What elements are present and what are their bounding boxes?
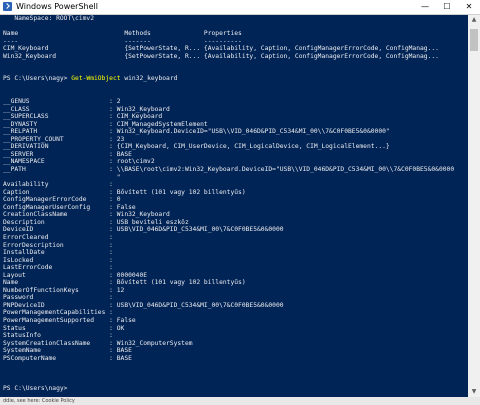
console-line: ErrorCleared : [3, 233, 113, 241]
prompt-text: PS C:\Users\nagy> [3, 75, 72, 83]
bottom-page-strip: ddie, see here: Cookie Policy [0, 397, 480, 405]
console-line: PNPDeviceID : USB\VID_046D&PID_C534&MI_0… [3, 301, 284, 309]
powershell-icon [3, 2, 12, 11]
close-button[interactable]: ✕ [458, 0, 480, 14]
console-line: " [3, 173, 121, 181]
console-line: Description : USB beviteli eszköz [3, 218, 189, 226]
console-line: Availability : [3, 181, 113, 189]
command-prompt-line: PS C:\Users\nagy> Get-WmiObject win32_ke… [3, 75, 177, 83]
console-line: Password : [3, 294, 113, 302]
console-line: __SERVER : BASE [3, 150, 132, 158]
console-line: __RELPATH : Win32_Keyboard.DeviceID="USB… [3, 128, 390, 136]
console-line: __PROPERTY_COUNT : 23 [3, 135, 125, 143]
console-line: __DERIVATION : {CIM_Keyboard, CIM_UserDe… [3, 143, 390, 151]
console-line: PowerManagementSupported : False [3, 317, 136, 324]
title-bar: Windows PowerShell — ☐ ✕ [0, 0, 480, 15]
console-line: __DYNASTY : CIM_ManagedSystemElement [3, 120, 208, 128]
console-line: InstallDate : [3, 249, 113, 257]
console-line: CIM_Keyboard {SetPowerState, R... {Avail… [3, 45, 439, 53]
console-line: PSComputerName : BASE [3, 354, 132, 362]
console-line: IsLocked : [3, 256, 113, 264]
console-line: Name Methods Properties [3, 30, 242, 38]
console-line: ErrorDescription : [3, 241, 113, 249]
console-line: DeviceID : USB\VID_046D&PID_C534&MI_00\7… [3, 226, 284, 234]
chevron-down-icon[interactable]: ▼ [468, 387, 480, 397]
command-args: win32_keyboard [120, 75, 178, 83]
console-line: PowerManagementCapabilities : [3, 309, 113, 317]
console-line: ConfigManagerUserConfig : False [3, 203, 136, 211]
scrollbar-thumb[interactable] [470, 29, 478, 51]
chevron-up-icon[interactable]: ▲ [468, 15, 480, 25]
console-line: PS C:\Users\nagy> [3, 384, 68, 392]
console-line: LastErrorCode : [3, 264, 113, 272]
console-output[interactable]: NameSpace: ROOT\cimv2 Name Methods Proper… [0, 15, 468, 397]
window-controls: — ☐ ✕ [414, 0, 480, 14]
command-text: Get-WmiObject [71, 75, 121, 83]
console-line: __NAMESPACE : root\cimv2 [3, 158, 155, 166]
minimize-button[interactable]: — [414, 0, 436, 14]
vertical-scrollbar[interactable]: ▲ ▼ [468, 15, 480, 397]
cookie-policy-text: ddie, see here: Cookie Policy [3, 398, 75, 404]
console-line: SystemCreationClassName : Win32_Computer… [3, 339, 193, 347]
console-line: ---- ------- ---------- [3, 37, 242, 45]
maximize-button[interactable]: ☐ [436, 0, 458, 14]
console-line: __SUPERCLASS : CIM_Keyboard [3, 113, 163, 121]
window-title: Windows PowerShell [16, 2, 98, 11]
console-line: Caption : Bővített (101 vagy 102 billent… [3, 188, 246, 196]
console-line: StatusInfo : [3, 332, 113, 340]
console-line: SystemName : BASE [3, 347, 132, 355]
console-line: __CLASS : Win32_Keyboard [3, 105, 170, 113]
console-line: __PATH : \\BASE\root\cimv2:Win32_Keyboar… [3, 166, 455, 173]
console-line: Status : OK [3, 324, 125, 332]
console-line: NameSpace: ROOT\cimv2 [3, 15, 94, 22]
console-line: CreationClassName : Win32_Keyboard [3, 211, 170, 219]
console-line: Win32_Keyboard {SetPowerState, R... {Ava… [3, 52, 439, 60]
console-line: NumberOfFunctionKeys : 12 [3, 286, 125, 294]
console-line: ConfigManagerErrorCode : 0 [3, 196, 121, 204]
console-line: Name : Bővített (101 vagy 102 billentyűs… [3, 279, 246, 287]
console-line: __GENUS : 2 [3, 98, 121, 106]
